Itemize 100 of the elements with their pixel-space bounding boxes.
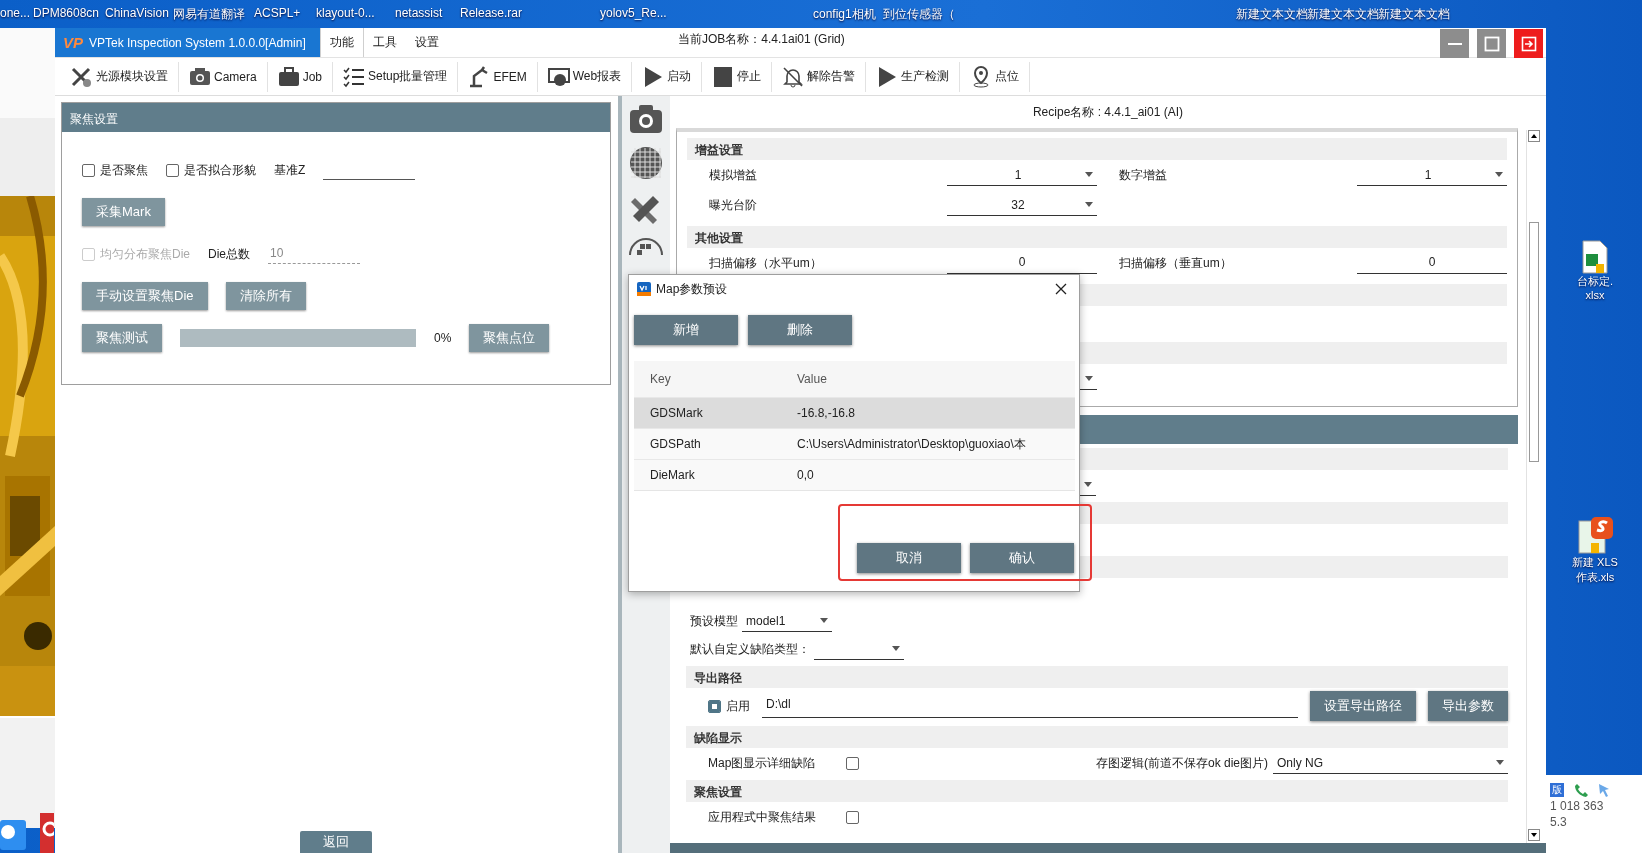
exit-button[interactable]	[1514, 29, 1543, 58]
checklist-icon	[343, 65, 366, 88]
desktop-icon-label[interactable]: one...	[0, 6, 31, 20]
scrollbar-thumb[interactable]	[1528, 222, 1539, 462]
dropdown[interactable]: model1	[742, 610, 832, 632]
toolbar-button[interactable]: 光源模块设置	[61, 61, 179, 92]
section-header: 缺陷显示	[686, 726, 1508, 748]
bell-off-icon	[782, 65, 805, 88]
field-label: 存图逻辑(前道不保存ok die图片)	[1096, 754, 1268, 772]
action-button[interactable]: 设置导出路径	[1310, 691, 1416, 721]
camera-icon[interactable]	[629, 104, 663, 134]
input-field[interactable]: D:\dl	[762, 694, 1298, 718]
table-row[interactable]: GDSMark -16.8,-16.8	[634, 397, 1075, 428]
desktop-icon-label[interactable]: 新建文本文档	[1236, 6, 1308, 23]
desktop-icon-label[interactable]: config1相机	[813, 6, 876, 23]
checkbox[interactable]	[166, 163, 179, 177]
minimize-icon[interactable]	[1447, 42, 1462, 45]
table-row[interactable]: DieMark 0,0	[634, 459, 1075, 490]
desktop-icon-label[interactable]: Release.rar	[460, 6, 523, 20]
table-cell-text: C:\Users\Administrator\Desktop\guoxiao\本	[797, 435, 1027, 453]
action-button[interactable]: 新增	[634, 315, 738, 345]
toolbar-button[interactable]: EFEM	[458, 61, 538, 92]
checkbox-label: Map图显示详细缺陷	[708, 754, 817, 772]
caret-icon	[1496, 760, 1504, 765]
action-button[interactable]: 删除	[748, 315, 852, 345]
table-row[interactable]: GDSPath C:\Users\Administrator\Desktop\guoxiao\本	[634, 428, 1075, 459]
recipe-title: Recipe名称 : 4.4.1_ai01 (AI)	[1031, 104, 1185, 121]
scrollbar[interactable]	[1526, 130, 1540, 843]
desktop-icon-label[interactable]: 台标定.	[1576, 274, 1614, 289]
column-header: Key	[649, 372, 672, 386]
checkbox-label: 是否聚焦	[100, 161, 148, 179]
desktop-icon-label[interactable]: yolov5_Re...	[600, 6, 667, 20]
table-cell-text: DieMark	[649, 468, 696, 482]
checkbox[interactable]	[846, 756, 859, 770]
desktop-icon-label[interactable]: DPM8608cn	[33, 6, 100, 20]
desktop-icon-label[interactable]: 网易有道翻译	[173, 6, 245, 23]
action-button[interactable]: 取消	[857, 543, 961, 573]
field-label: 曝光台阶	[709, 196, 757, 214]
section-header: 聚焦设置	[686, 780, 1508, 802]
caret-icon	[1084, 482, 1092, 487]
checkbox-label: 应用程式中聚焦结果	[708, 808, 817, 826]
desktop-icon-label[interactable]: 新建 XLS	[1572, 555, 1618, 570]
input-field[interactable]: 0	[1357, 252, 1507, 274]
scroll-down-icon[interactable]	[1527, 829, 1540, 841]
app-icon[interactable]	[0, 820, 26, 850]
dialog-title: Map参数预设	[656, 280, 729, 298]
dropdown[interactable]: Only NG	[1273, 752, 1508, 774]
toolbar-button[interactable]: Job	[267, 61, 334, 92]
desktop-icon-label[interactable]: 作表.xls	[1575, 570, 1615, 585]
minimize-button[interactable]	[1440, 29, 1469, 58]
app-icon	[637, 282, 651, 296]
toolbar-button[interactable]: 解除告警	[772, 61, 867, 92]
field-label: 基准Z	[274, 161, 306, 179]
desktop-icon-label[interactable]: 到位传感器（	[883, 6, 955, 23]
scroll-up-icon[interactable]	[1527, 130, 1540, 142]
column-header: Value	[797, 372, 828, 386]
toolbar-button[interactable]: 点位	[960, 61, 1031, 92]
back-button[interactable]: 返回	[300, 831, 372, 853]
desktop-icon-label[interactable]: netassist	[395, 6, 443, 20]
side-text: 5.3	[1550, 815, 1568, 829]
toolbar-button[interactable]: Web报表	[537, 61, 633, 92]
menu-tab[interactable]: 设置	[406, 28, 448, 57]
desktop-icon-label[interactable]: klayout-0...	[316, 6, 375, 20]
spreadsheet-file-icon[interactable]	[1577, 515, 1613, 555]
caret-icon	[1085, 202, 1093, 207]
toolbar-button[interactable]: 生产检测	[866, 61, 961, 92]
toolbar-button[interactable]: Setup批量管理	[333, 61, 459, 92]
desktop-icon-label[interactable]: ACSPL+	[254, 6, 301, 20]
spreadsheet-file-icon[interactable]	[1582, 240, 1608, 274]
checkbox[interactable]	[82, 163, 95, 177]
dropdown[interactable]: 1	[1357, 164, 1507, 186]
menu-tab[interactable]: 工具	[364, 28, 406, 57]
table-cell-text: -16.8,-16.8	[797, 406, 857, 420]
side-text: 1 018 363	[1550, 799, 1605, 813]
toolbar-button[interactable]: Camera	[179, 61, 268, 92]
action-button[interactable]: 导出参数	[1428, 691, 1508, 721]
stop-icon	[712, 65, 735, 88]
dropdown[interactable]: 1	[947, 164, 1097, 186]
briefcase-icon	[277, 65, 300, 88]
phone-icon[interactable]	[1574, 783, 1588, 797]
desktop-icon-label[interactable]: 新建文本文档	[1307, 6, 1379, 23]
cursor-icon	[1598, 783, 1610, 797]
checkbox[interactable]	[846, 810, 859, 824]
grid-icon[interactable]	[629, 146, 663, 180]
job-name: 当前JOB名称：4.4.1ai01 (Grid)	[678, 31, 845, 48]
dropdown[interactable]: 32	[947, 194, 1097, 216]
action-button[interactable]: 确认	[970, 543, 1074, 573]
app-icon[interactable]	[40, 813, 54, 853]
monitor-icon	[547, 65, 570, 88]
maximize-button[interactable]	[1477, 29, 1506, 58]
caret-icon	[1085, 376, 1093, 381]
camera-icon	[189, 65, 211, 88]
toolbar-button[interactable]: 启动	[632, 61, 703, 92]
desktop-icon-label[interactable]: 新建文本文档	[1378, 6, 1450, 23]
desktop-icon-label[interactable]: ChinaVision	[105, 6, 169, 20]
toolbar-button[interactable]: 停止	[702, 61, 773, 92]
desktop-icon-label[interactable]: xlsx	[1585, 289, 1605, 301]
checkbox[interactable]	[708, 699, 721, 713]
panel-header: 聚焦设置	[62, 103, 610, 132]
menu-tab[interactable]: 功能	[320, 28, 364, 57]
